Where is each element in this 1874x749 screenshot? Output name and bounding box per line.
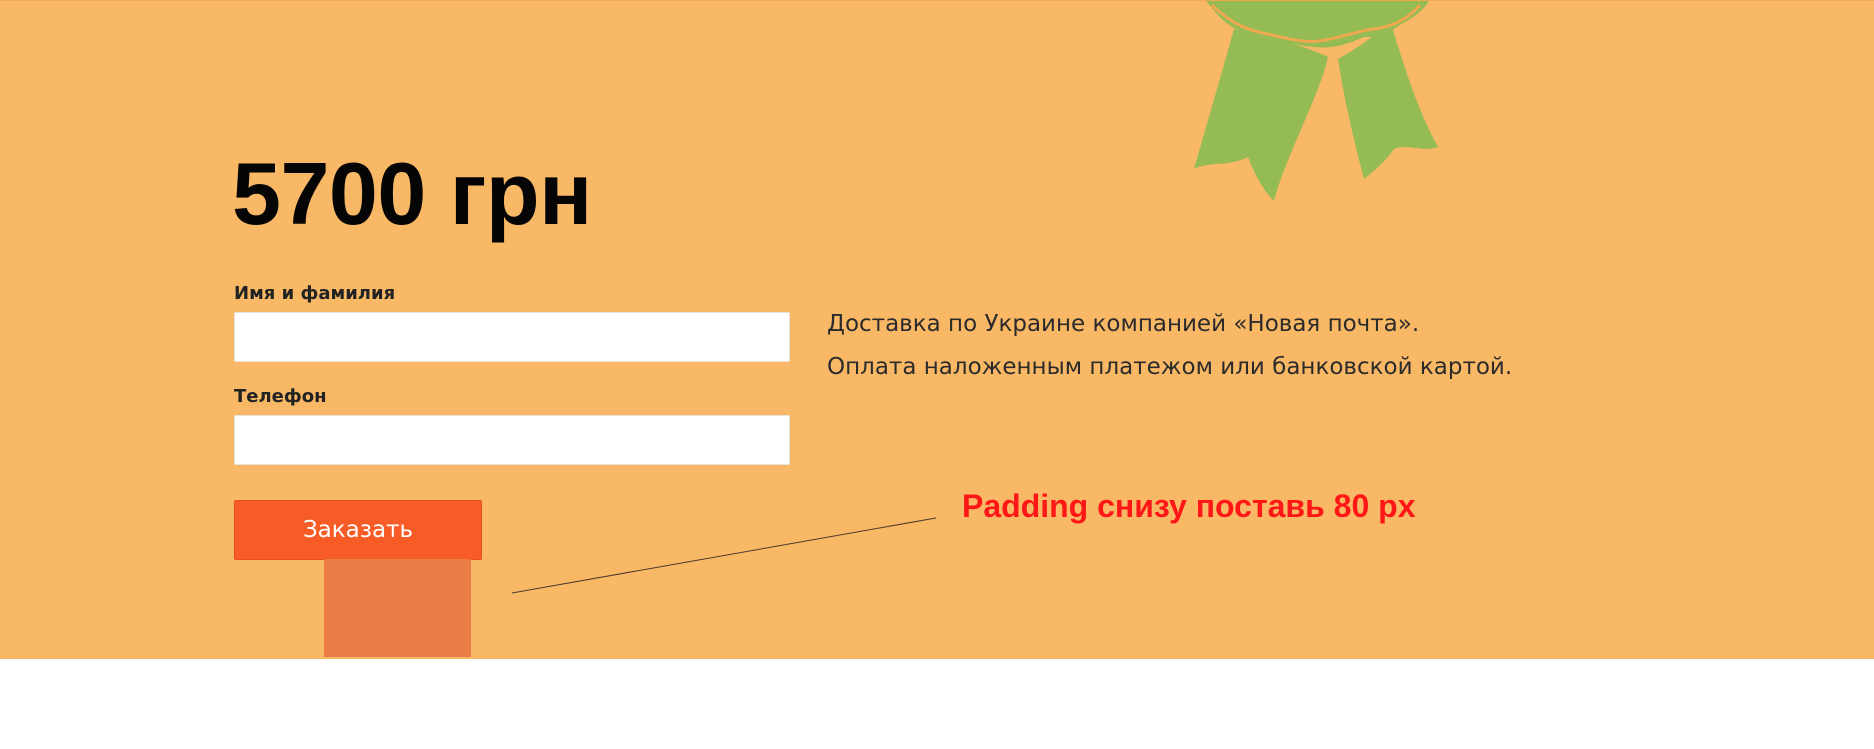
price-heading: 5700 грн [232, 144, 592, 243]
award-ribbon-icon [1194, 1, 1438, 201]
name-input[interactable] [234, 312, 790, 362]
ribbon-tail-right [1338, 21, 1438, 179]
phone-input[interactable] [234, 415, 790, 465]
name-field-label: Имя и фамилия [234, 283, 396, 304]
order-section: 5700 грн Имя и фамилия Телефон Заказать … [0, 0, 1874, 659]
ribbon-tail-left [1194, 29, 1328, 201]
annotation-pointer-line [511, 517, 937, 594]
payment-line: Оплата наложенным платежом или банковско… [827, 354, 1513, 380]
phone-field-label: Телефон [234, 386, 327, 407]
page: 5700 грн Имя и фамилия Телефон Заказать … [0, 0, 1874, 749]
delivery-line: Доставка по Украине компанией «Новая поч… [827, 311, 1420, 337]
bottom-padding-marker [324, 559, 471, 657]
annotation-text: Padding снизу поставь 80 px [962, 488, 1416, 524]
order-submit-button[interactable]: Заказать [234, 500, 482, 560]
delivery-info: Доставка по Украине компанией «Новая поч… [827, 303, 1587, 389]
